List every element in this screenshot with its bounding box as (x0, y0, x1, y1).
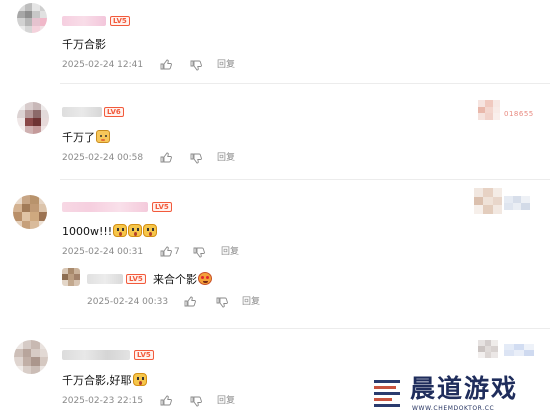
avatar[interactable] (13, 195, 47, 229)
watermark-url: WWW.CHEMDOKTOR.CC (412, 405, 495, 412)
timestamp: 2025-02-24 00:58 (62, 153, 144, 163)
username-blurred[interactable] (87, 274, 123, 284)
watermark-logo-icon (372, 376, 402, 412)
comment-item: LV5 千万合影 2025-02-24 12:41 回复 (0, 0, 550, 84)
heart-eyes-emoji (198, 272, 212, 285)
thumbs-down-icon[interactable] (216, 297, 228, 308)
shocked-emoji (132, 373, 147, 386)
reply-button[interactable]: 回复 (217, 396, 235, 407)
side-thumbnail (504, 344, 534, 356)
level-badge: LV5 (126, 274, 146, 284)
shocked-emoji (143, 224, 158, 237)
comment-item: LV5 1000w!!! 2025-02-24 00:31 7 回复 LV5 来… (0, 180, 550, 329)
reply-button[interactable]: 回复 (217, 153, 235, 164)
side-thumbnail (474, 188, 502, 214)
like-count: 7 (174, 247, 180, 257)
divider (60, 328, 550, 329)
tiger-emoji (96, 130, 110, 143)
thumbs-up-icon[interactable] (160, 59, 172, 70)
shocked-emoji (128, 224, 143, 237)
level-badge: LV5 (134, 350, 154, 360)
side-thumbnail (504, 196, 530, 210)
avatar[interactable] (17, 3, 47, 33)
thumbs-down-icon[interactable] (193, 247, 205, 258)
comment-text: 1000w!!! (62, 224, 158, 239)
level-badge: LV5 (110, 16, 130, 26)
comment-text: 千万合影 (62, 38, 106, 51)
watermark-title: 晨道游戏 (410, 374, 519, 403)
reply-button[interactable]: 回复 (242, 297, 260, 308)
comment-text: 千万合影,好耶 (62, 373, 147, 388)
reply-button[interactable]: 回复 (221, 247, 239, 258)
comment-item: LV6 千万了 2025-02-24 00:58 回复 018655 (0, 90, 550, 180)
comment-text-content: 千万合影,好耶 (62, 374, 132, 387)
thumbs-up-icon[interactable] (160, 152, 172, 163)
level-badge: LV5 (152, 202, 172, 212)
thumbs-down-icon[interactable] (190, 396, 202, 407)
timestamp: 2025-02-24 00:33 (87, 297, 169, 307)
avatar[interactable] (17, 102, 49, 134)
username-blurred[interactable] (62, 350, 130, 360)
comment-text: 千万了 (62, 130, 110, 145)
thumbs-down-icon[interactable] (190, 60, 202, 71)
reply-button[interactable]: 回复 (217, 60, 235, 71)
avatar[interactable] (14, 340, 48, 374)
username-blurred[interactable] (62, 16, 106, 26)
level-badge: LV6 (104, 107, 124, 117)
reply-text: 来合个影 (153, 272, 212, 287)
divider (60, 83, 550, 84)
avatar[interactable] (62, 268, 80, 286)
reply-text-content: 来合个影 (153, 273, 197, 286)
side-label: 018655 (504, 110, 534, 118)
timestamp: 2025-02-23 22:15 (62, 396, 144, 406)
thumbs-up-icon[interactable] (160, 395, 172, 406)
comment-text-content: 千万了 (62, 131, 95, 144)
timestamp: 2025-02-24 00:31 (62, 247, 144, 257)
thumbs-up-icon[interactable] (160, 246, 172, 257)
side-thumbnail (478, 100, 500, 120)
username-blurred[interactable] (62, 202, 148, 212)
side-thumbnail (478, 340, 498, 358)
timestamp: 2025-02-24 12:41 (62, 60, 144, 70)
watermark: 晨道游戏 WWW.CHEMDOKTOR.CC (366, 372, 550, 418)
comment-text-content: 1000w!!! (62, 225, 113, 238)
thumbs-up-icon[interactable] (184, 296, 196, 307)
thumbs-down-icon[interactable] (190, 153, 202, 164)
shocked-emoji (113, 224, 128, 237)
username-blurred[interactable] (62, 107, 102, 117)
